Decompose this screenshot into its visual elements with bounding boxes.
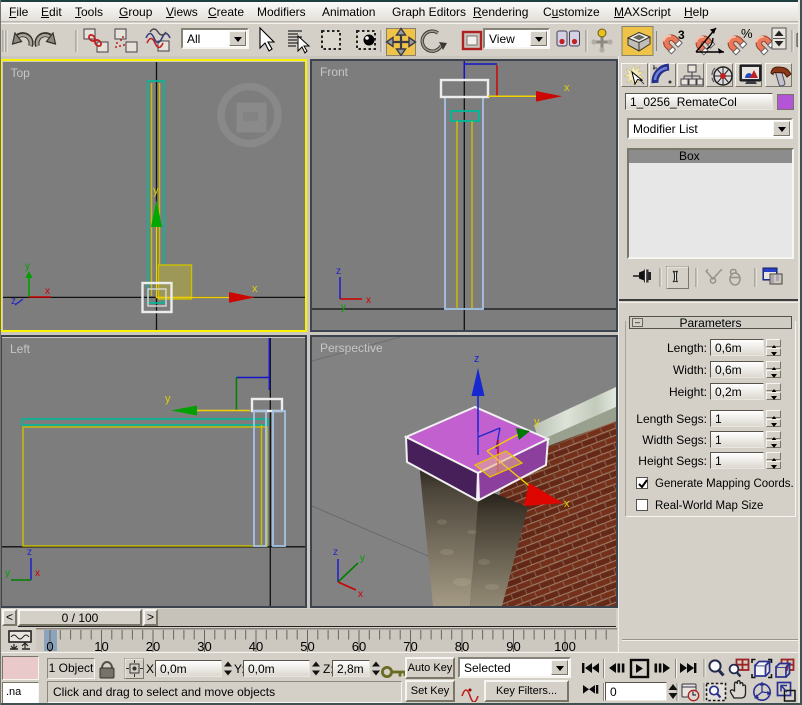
svg-text:0: 0: [46, 639, 53, 652]
svg-text:20: 20: [146, 639, 160, 652]
svg-text:x: x: [35, 568, 40, 579]
svg-text:100: 100: [554, 639, 576, 652]
svg-text:60: 60: [352, 639, 366, 652]
svg-text:y: y: [153, 185, 159, 197]
svg-text:x: x: [564, 498, 570, 510]
svg-text:y: y: [341, 302, 346, 313]
svg-text:x: x: [252, 283, 258, 295]
svg-text:80: 80: [455, 639, 469, 652]
svg-text:y: y: [165, 393, 171, 405]
svg-text:10: 10: [94, 639, 108, 652]
svg-text:3: 3: [678, 28, 685, 42]
svg-text:90: 90: [506, 639, 520, 652]
svg-text:y: y: [360, 553, 365, 564]
svg-text:x: x: [564, 82, 570, 94]
svg-text:30: 30: [197, 639, 211, 652]
svg-text:z: z: [333, 547, 338, 558]
svg-text:y: y: [5, 568, 10, 579]
svg-text:y: y: [534, 416, 540, 428]
svg-text:70: 70: [403, 639, 417, 652]
svg-text:x: x: [45, 286, 50, 297]
svg-text:%: %: [741, 26, 753, 41]
svg-text:x: x: [366, 295, 371, 306]
svg-text:z: z: [336, 266, 341, 277]
svg-text:x: x: [358, 589, 363, 600]
svg-text:z: z: [27, 547, 32, 558]
svg-text:z: z: [474, 353, 480, 365]
svg-text:z: z: [11, 296, 16, 307]
svg-text:y: y: [25, 261, 30, 272]
svg-text:40: 40: [249, 639, 263, 652]
svg-text:50: 50: [300, 639, 314, 652]
